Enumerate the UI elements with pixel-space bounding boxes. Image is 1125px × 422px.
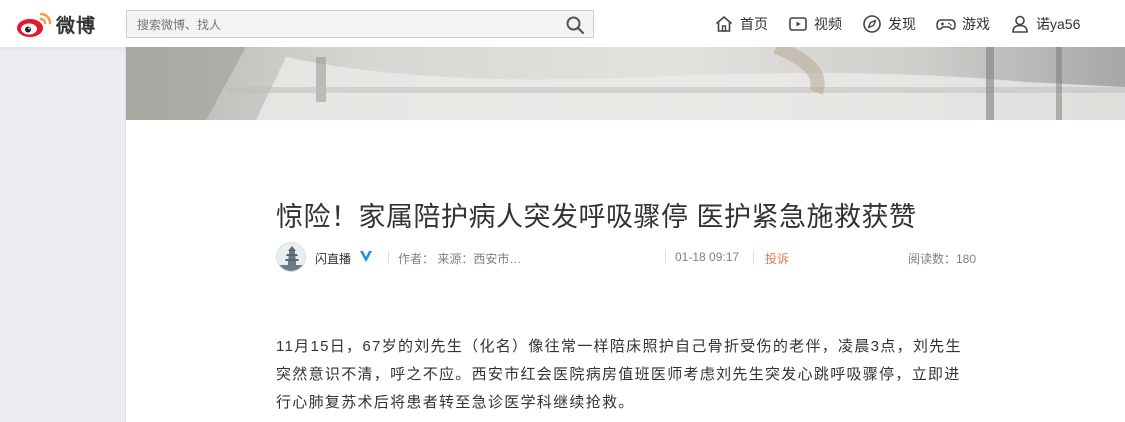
weibo-logo[interactable]: 微博 bbox=[14, 9, 96, 39]
read-count: 阅读数：180 bbox=[907, 252, 976, 266]
nav-home[interactable]: 首页 bbox=[714, 14, 768, 34]
nav-discover-label: 发现 bbox=[888, 15, 916, 32]
left-sidebar-background bbox=[0, 48, 126, 422]
author-avatar[interactable] bbox=[276, 242, 306, 272]
article-card: 惊险！家属陪护病人突发呼吸骤停 医护紧急施救获赞 闪直播 作者： 来源：西安市…… bbox=[126, 120, 1125, 422]
weibo-logo-icon bbox=[17, 12, 52, 37]
user-icon bbox=[1012, 15, 1028, 33]
nav-video[interactable]: 视频 bbox=[788, 14, 842, 34]
article-cover-image bbox=[126, 47, 1125, 120]
nav-username: 诺ya56 bbox=[1036, 15, 1081, 32]
article-byline: 作者： 来源：西安市… bbox=[398, 252, 522, 266]
pagoda-avatar-icon bbox=[277, 243, 305, 271]
nav-game[interactable]: 游戏 bbox=[936, 14, 990, 34]
nav-game-label: 游戏 bbox=[962, 15, 990, 32]
video-icon bbox=[789, 16, 807, 31]
game-icon bbox=[936, 18, 956, 30]
nav-discover[interactable]: 发现 bbox=[862, 14, 916, 34]
publish-time: 01-18 09:17 bbox=[675, 250, 740, 264]
article-paragraph: 11月15日，67岁的刘先生（化名）像往常一样陪床照护自己骨折受伤的老伴，凌晨3… bbox=[276, 338, 962, 411]
discover-icon bbox=[863, 14, 881, 33]
meta-divider bbox=[753, 251, 754, 263]
complain-link[interactable]: 投诉 bbox=[765, 250, 789, 267]
logo-text: 微博 bbox=[56, 15, 97, 37]
article-title: 惊险！家属陪护病人突发呼吸骤停 医护紧急施救获赞 bbox=[276, 202, 917, 232]
hospital-bed-photo bbox=[126, 47, 1125, 120]
author-name[interactable]: 闪直播 bbox=[315, 250, 351, 267]
article-meta: 闪直播 作者： 来源：西安市… 01-18 09:17 投诉 阅读数：180 bbox=[276, 242, 976, 274]
meta-divider bbox=[388, 251, 389, 263]
search-box bbox=[126, 10, 594, 39]
top-navigation-bar: 微博 首页 视频 bbox=[0, 0, 1125, 48]
home-icon bbox=[715, 15, 733, 32]
nav-user-profile[interactable]: 诺ya56 bbox=[1010, 14, 1080, 34]
nav-home-label: 首页 bbox=[740, 15, 768, 32]
search-input[interactable] bbox=[135, 11, 559, 39]
verified-icon bbox=[360, 251, 372, 262]
meta-divider bbox=[665, 251, 666, 263]
search-icon[interactable] bbox=[565, 15, 585, 35]
nav-video-label: 视频 bbox=[814, 15, 842, 32]
main-nav: 首页 视频 发现 游戏 诺ya56 bbox=[714, 0, 1080, 47]
